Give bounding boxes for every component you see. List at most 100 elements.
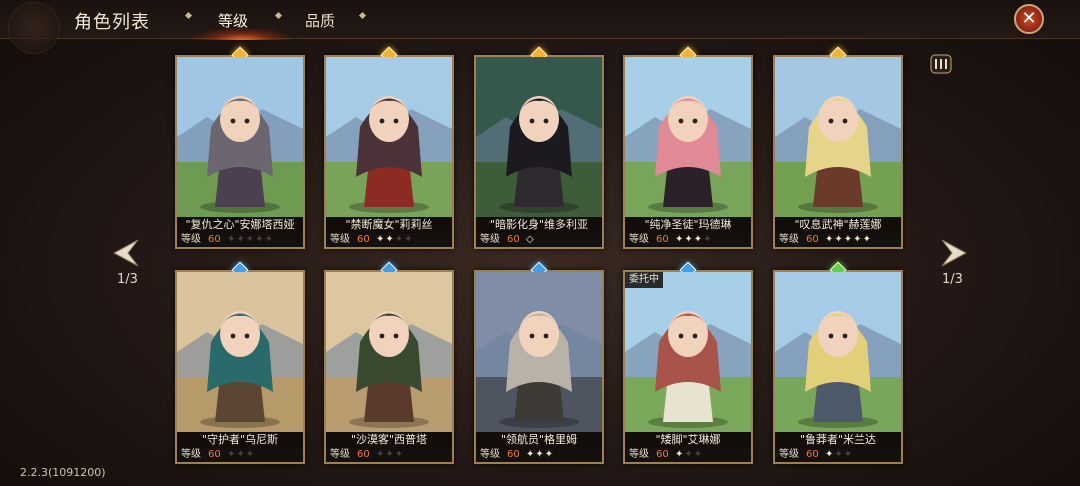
filled-star-icon: ✦ (684, 234, 694, 245)
character-card[interactable]: "叹息武神"赫莲娜 等级 60 ✦✦✦✦✦ (773, 46, 903, 249)
character-card[interactable]: "守护者"乌尼斯 等级 60 ✦✦✦ (175, 261, 305, 464)
top-bar: 角色列表 等级 品质 ✕ (0, 0, 1080, 54)
tab-separator-icon (274, 11, 283, 20)
filled-star-icon: ✦ (675, 449, 685, 460)
character-portrait (625, 57, 751, 217)
empty-star-icon: ✦ (394, 234, 405, 245)
filled-star-icon: ✦ (675, 234, 685, 245)
character-name: "暗影化身"维多利亚 (476, 217, 602, 233)
empty-star-icon: ✦ (834, 449, 844, 460)
level-label: 等级 (480, 234, 500, 245)
level-row: 等级 60 ✦✦✦✦ (625, 233, 751, 247)
page-indicator-right: 1/3 (942, 272, 963, 287)
character-card[interactable]: "复仇之心"安娜塔西娅 等级 60 ✦✦✦✦✦ (175, 46, 305, 249)
empty-star-icon: ✦ (245, 234, 256, 245)
level-label: 等级 (629, 234, 649, 245)
level-row: 等级 60 ✦✦✦ (775, 448, 901, 462)
filled-star-icon: ✦ (544, 449, 555, 460)
empty-star-icon: ✦ (404, 234, 414, 245)
level-label: 等级 (779, 234, 799, 245)
filled-star-icon: ✦ (693, 234, 704, 245)
empty-star-icon: ✦ (376, 449, 386, 460)
level-label: 等级 (629, 449, 649, 460)
level-value: 60 (507, 234, 520, 245)
filled-star-icon: ✦ (834, 234, 844, 245)
character-card[interactable]: "领航员"格里姆 等级 60 ✦✦✦ (474, 261, 604, 464)
character-card[interactable]: 委托中 "矮脚"艾琳娜 等级 60 ✦✦✦ (623, 261, 753, 464)
level-label: 等级 (181, 234, 201, 245)
star-rating: ✦✦✦ (825, 448, 853, 462)
character-portrait (625, 272, 751, 432)
star-rating: ◇ (526, 233, 535, 247)
empty-star-icon: ✦ (703, 234, 713, 245)
empty-star-icon: ✦ (227, 234, 237, 245)
page-title: 角色列表 (74, 12, 150, 33)
level-row: 等级 60 ✦✦✦ (625, 448, 751, 462)
filled-star-icon: ✦ (385, 234, 395, 245)
version-label: 2.2.3(1091200) (20, 466, 106, 479)
character-name: "禁断魔女"莉莉丝 (326, 217, 452, 233)
close-icon[interactable]: ✕ (1014, 4, 1044, 34)
empty-star-icon: ✦ (684, 449, 694, 460)
filled-star-icon: ✦ (376, 234, 386, 245)
level-row: 等级 60 ✦✦✦✦✦ (775, 233, 901, 247)
empty-star-icon: ✦ (264, 234, 274, 245)
character-card[interactable]: "禁断魔女"莉莉丝 等级 60 ✦✦✦✦ (324, 46, 454, 249)
filled-star-icon: ✦ (535, 449, 545, 460)
level-value: 60 (656, 234, 669, 245)
tab-level[interactable]: 等级 (218, 10, 248, 31)
filled-star-icon: ✦ (825, 234, 835, 245)
level-value: 60 (656, 449, 669, 460)
tab-separator-icon (358, 11, 367, 20)
character-portrait (476, 57, 602, 217)
star-rating: ✦✦✦ (376, 448, 404, 462)
star-rating: ✦✦✦ (675, 448, 703, 462)
level-value: 60 (357, 449, 370, 460)
character-card[interactable]: "暗影化身"维多利亚 等级 60 ◇ (474, 46, 604, 249)
character-card[interactable]: "纯净圣徒"玛德琳 等级 60 ✦✦✦✦ (623, 46, 753, 249)
level-row: 等级 60 ✦✦✦✦✦ (177, 233, 303, 247)
character-card[interactable]: "鲁莽者"米兰达 等级 60 ✦✦✦ (773, 261, 903, 464)
level-row: 等级 60 ✦✦✦✦ (326, 233, 452, 247)
star-rating: ✦✦✦✦ (376, 233, 414, 247)
tab-quality[interactable]: 品质 (305, 10, 335, 31)
empty-star-icon: ◇ (526, 234, 535, 245)
empty-star-icon: ✦ (394, 449, 405, 460)
commission-badge: 委托中 (625, 272, 663, 288)
character-portrait (177, 57, 303, 217)
level-label: 等级 (330, 234, 350, 245)
character-name: "纯净圣徒"玛德琳 (625, 217, 751, 233)
filled-star-icon: ✦ (825, 449, 835, 460)
level-row: 等级 60 ✦✦✦ (326, 448, 452, 462)
character-name: "叹息武神"赫莲娜 (775, 217, 901, 233)
star-rating: ✦✦✦✦✦ (825, 233, 872, 247)
character-name: "矮脚"艾琳娜 (625, 432, 751, 448)
filled-star-icon: ✦ (853, 234, 863, 245)
level-value: 60 (208, 449, 221, 460)
empty-star-icon: ✦ (693, 449, 704, 460)
level-row: 等级 60 ✦✦✦ (177, 448, 303, 462)
tab-separator-icon (184, 11, 193, 20)
level-value: 60 (357, 234, 370, 245)
character-portrait (326, 272, 452, 432)
character-name: "领航员"格里姆 (476, 432, 602, 448)
next-page-arrow-icon[interactable] (938, 236, 972, 270)
character-name: "守护者"乌尼斯 (177, 432, 303, 448)
character-portrait (177, 272, 303, 432)
empty-star-icon: ✦ (236, 234, 246, 245)
empty-star-icon: ✦ (843, 449, 854, 460)
page-indicator-left: 1/3 (117, 272, 138, 287)
empty-star-icon: ✦ (245, 449, 256, 460)
compass-emblem-icon (8, 2, 60, 54)
level-value: 60 (208, 234, 221, 245)
filled-star-icon: ✦ (862, 234, 872, 245)
prev-page-arrow-icon[interactable] (108, 236, 142, 270)
character-portrait (326, 57, 452, 217)
level-label: 等级 (480, 449, 500, 460)
star-rating: ✦✦✦✦✦ (227, 233, 274, 247)
empty-star-icon: ✦ (255, 234, 265, 245)
empty-star-icon: ✦ (385, 449, 395, 460)
grid-view-icon[interactable] (929, 54, 953, 74)
character-card[interactable]: "沙漠客"西普塔 等级 60 ✦✦✦ (324, 261, 454, 464)
empty-star-icon: ✦ (236, 449, 246, 460)
